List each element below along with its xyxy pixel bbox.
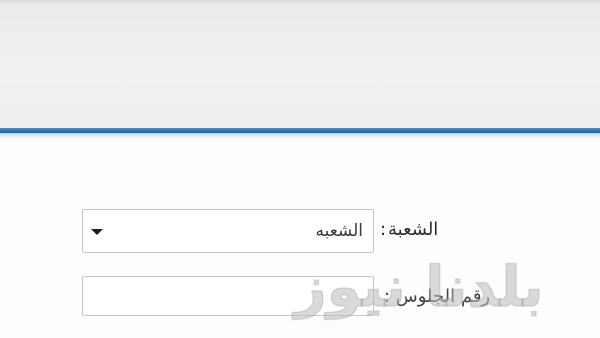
seat-number-row: رقم الجلوس : (82, 276, 502, 316)
section-select[interactable]: الشعبه (82, 209, 374, 253)
triangle-down-icon[interactable] (91, 229, 103, 235)
banner-top-edge (0, 0, 600, 6)
section-label: الشعبة (388, 219, 439, 240)
seat-number-label: رقم الجلوس : (384, 286, 491, 307)
section-row: الشعبه : الشعبة (82, 209, 502, 253)
banner-divider-shadow (0, 133, 600, 139)
section-select-value: الشعبه (315, 221, 363, 241)
section-label-colon: : (380, 219, 387, 240)
seat-number-input[interactable] (82, 276, 374, 316)
page: الشعبه : الشعبة رقم الجلوس : بلدنا نيوز (0, 0, 600, 338)
top-banner (0, 0, 600, 128)
